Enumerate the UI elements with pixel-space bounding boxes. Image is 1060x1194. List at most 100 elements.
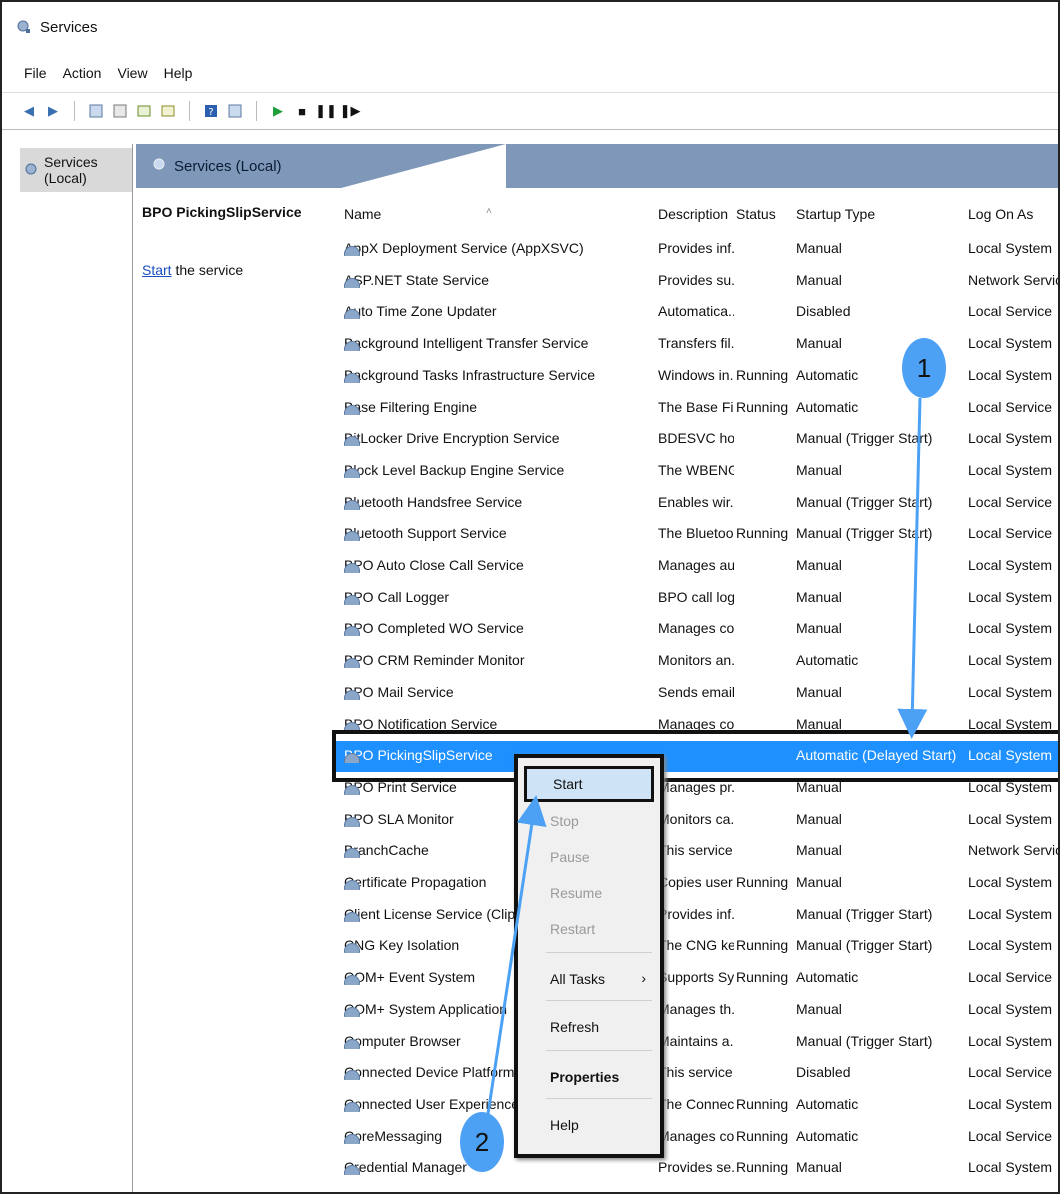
toolbar-separator <box>74 101 75 121</box>
callout-2: 2 <box>460 1112 504 1172</box>
service-name-text: Background Intelligent Transfer Service <box>344 335 589 352</box>
back-icon[interactable]: ◀ <box>20 102 38 120</box>
context-menu-item-start[interactable]: Start <box>524 766 654 802</box>
table-row[interactable]: CoreMessagingManages co...RunningAutomat… <box>336 1122 1058 1153</box>
callout-1-label: 1 <box>916 352 932 383</box>
context-menu-item-properties[interactable]: Properties <box>524 1062 654 1092</box>
context-menu-item-resume[interactable]: Resume <box>524 878 654 908</box>
table-row[interactable]: ASP.NET State Service Provides su... Manua… <box>336 266 1058 297</box>
service-status-cell: Running <box>736 969 789 986</box>
console-tree: Services (Local) <box>20 144 133 1192</box>
restart-icon[interactable]: ❚▶ <box>340 102 361 120</box>
service-description-cell: Enables wir... <box>658 493 734 510</box>
table-row[interactable]: BitLocker Drive Encryption Service BDESVC… <box>336 424 1058 455</box>
menu-help[interactable]: Help <box>164 65 193 81</box>
menu-action[interactable]: Action <box>63 65 102 81</box>
service-name-cell: Base Filtering Engine <box>344 399 654 415</box>
column-header-log-on-as[interactable]: Log On As <box>968 206 1033 222</box>
table-row[interactable]: Credential Manager Provides se...Running M… <box>336 1153 1058 1184</box>
start-service-link[interactable]: Start <box>142 262 172 278</box>
table-row[interactable]: Block Level Backup Engine Service The WBE… <box>336 456 1058 487</box>
menu-file[interactable]: File <box>24 65 47 81</box>
service-status-cell: Running <box>736 937 789 954</box>
forward-icon[interactable]: ▶ <box>44 102 62 120</box>
service-description-cell: The Connec... <box>658 1095 734 1112</box>
service-description-cell: This service ... <box>658 842 734 859</box>
service-name-text: BPO PickingSlipService <box>344 747 493 764</box>
table-row[interactable]: BPO Notification Service Manages co... Man… <box>336 710 1058 741</box>
service-gear-icon <box>344 563 360 573</box>
service-startup-type-cell: Manual <box>796 271 842 288</box>
service-description-cell: Maintains a... <box>658 1032 734 1049</box>
service-name-cell: ASP.NET State Service <box>344 272 654 288</box>
context-menu-item-all-tasks[interactable]: All Tasks › <box>524 964 654 994</box>
column-header-startup-type[interactable]: Startup Type <box>796 206 875 222</box>
column-header-description[interactable]: Description <box>658 206 728 222</box>
context-menu-item-refresh[interactable]: Refresh <box>524 1012 654 1042</box>
service-name-text: BPO Mail Service <box>344 683 454 700</box>
show-hide-console-icon[interactable] <box>111 102 129 120</box>
context-menu-item-restart[interactable]: Restart <box>524 914 654 944</box>
table-row[interactable]: BPO Mail Service Sends email... Manual Loca… <box>336 678 1058 709</box>
table-row[interactable]: BPO CRM Reminder Monitor Monitors an... Au… <box>336 646 1058 677</box>
stop-icon[interactable]: ■ <box>293 102 311 120</box>
service-name-cell: Credential Manager <box>344 1159 654 1176</box>
service-description-cell: Manages co... <box>658 715 734 732</box>
table-row[interactable]: Background Tasks Infrastructure Service W… <box>336 361 1058 392</box>
play-icon[interactable]: ▶ <box>269 102 287 120</box>
table-row[interactable]: Auto Time Zone Updater Automatica... Disab… <box>336 297 1058 328</box>
service-startup-type-cell: Automatic <box>796 652 859 669</box>
service-startup-type-cell: Manual <box>796 461 842 478</box>
properties-icon[interactable] <box>135 102 153 120</box>
table-row[interactable]: Connected Device Platform Ser... This ser… <box>336 1058 1058 1089</box>
window-title: Services <box>40 18 98 36</box>
context-menu-item-label: Pause <box>550 849 590 865</box>
table-row[interactable]: Connected User Experiences an... The Conn… <box>336 1090 1058 1121</box>
table-row[interactable]: COM+ System Application Manages th... Manu… <box>336 995 1058 1026</box>
table-row[interactable]: CNG Key Isolation The CNG ke...Running Man… <box>336 931 1058 962</box>
pause-icon[interactable]: ❚❚ <box>315 102 337 120</box>
service-name-cell: Bluetooth Support Service <box>344 525 654 542</box>
context-menu-item-label: All Tasks <box>550 971 605 987</box>
service-status-cell: Running <box>736 1127 789 1144</box>
context-menu-item-stop[interactable]: Stop <box>524 806 654 836</box>
table-row[interactable]: BPO SLA Monitor Monitors ca... Manual Local… <box>336 805 1058 836</box>
service-log-on-as-cell: Local System <box>968 1095 1053 1112</box>
service-log-on-as-cell: Local System <box>968 430 1053 447</box>
column-header-status[interactable]: Status <box>736 206 776 222</box>
table-row[interactable]: BPO PickingSlipService Automatic (Delayed… <box>336 741 1058 773</box>
service-startup-type-cell: Manual (Trigger Start) <box>796 430 933 447</box>
submenu-chevron-icon: › <box>641 970 646 986</box>
service-description-cell: Manages th... <box>658 1000 734 1017</box>
menu-view[interactable]: View <box>117 65 147 81</box>
table-row[interactable]: Bluetooth Handsfree Service Enables wir..… <box>336 488 1058 519</box>
tree-node-services-local[interactable]: Services (Local) <box>20 148 132 192</box>
service-description-cell: Manages au... <box>658 557 734 573</box>
service-name-text: Bluetooth Handsfree Service <box>344 493 523 510</box>
service-description-cell: Transfers fil... <box>658 335 734 352</box>
table-row[interactable]: AppX Deployment Service (AppXSVC) Provide… <box>336 234 1058 265</box>
column-header-name[interactable]: Name <box>344 206 381 222</box>
table-row[interactable]: BPO Auto Close Call Service Manages au...… <box>336 551 1058 582</box>
table-row[interactable]: COM+ Event System Supports Sy...Running Au… <box>336 963 1058 994</box>
table-row[interactable]: Base Filtering Engine The Base Fil...Runn… <box>336 393 1058 424</box>
service-gear-icon <box>344 943 360 954</box>
service-status-cell: Running <box>736 398 789 415</box>
table-row[interactable]: BranchCacheThis service ...ManualNetwork… <box>336 836 1058 867</box>
service-description-cell: Manages co... <box>658 1127 734 1144</box>
table-row[interactable]: Computer Browser Maintains a... Manual (Tr… <box>336 1027 1058 1058</box>
help-icon[interactable]: ? <box>202 102 220 120</box>
mmc-icon[interactable] <box>226 102 244 120</box>
table-row[interactable]: BPO Call LoggerBPO call log... Manual Loca… <box>336 583 1058 614</box>
table-row[interactable]: Client License Service (ClipSVC) Provides… <box>336 900 1058 931</box>
table-row[interactable]: Certificate Propagation Copies user ...Ru… <box>336 868 1058 899</box>
up-icon[interactable] <box>87 102 105 120</box>
context-menu-item-help[interactable]: Help <box>524 1110 654 1140</box>
table-row[interactable]: Bluetooth Support Service The Bluetoo...R… <box>336 519 1058 550</box>
export-icon[interactable] <box>159 102 177 120</box>
service-description-cell: Monitors an... <box>658 652 734 669</box>
table-row[interactable]: Background Intelligent Transfer Service T… <box>336 329 1058 360</box>
table-row[interactable]: BPO Completed WO Service Manages co... Man… <box>336 614 1058 645</box>
table-row[interactable]: BPO Print Service Manages pr... Manual Loca… <box>336 773 1058 804</box>
context-menu-item-pause[interactable]: Pause <box>524 842 654 872</box>
